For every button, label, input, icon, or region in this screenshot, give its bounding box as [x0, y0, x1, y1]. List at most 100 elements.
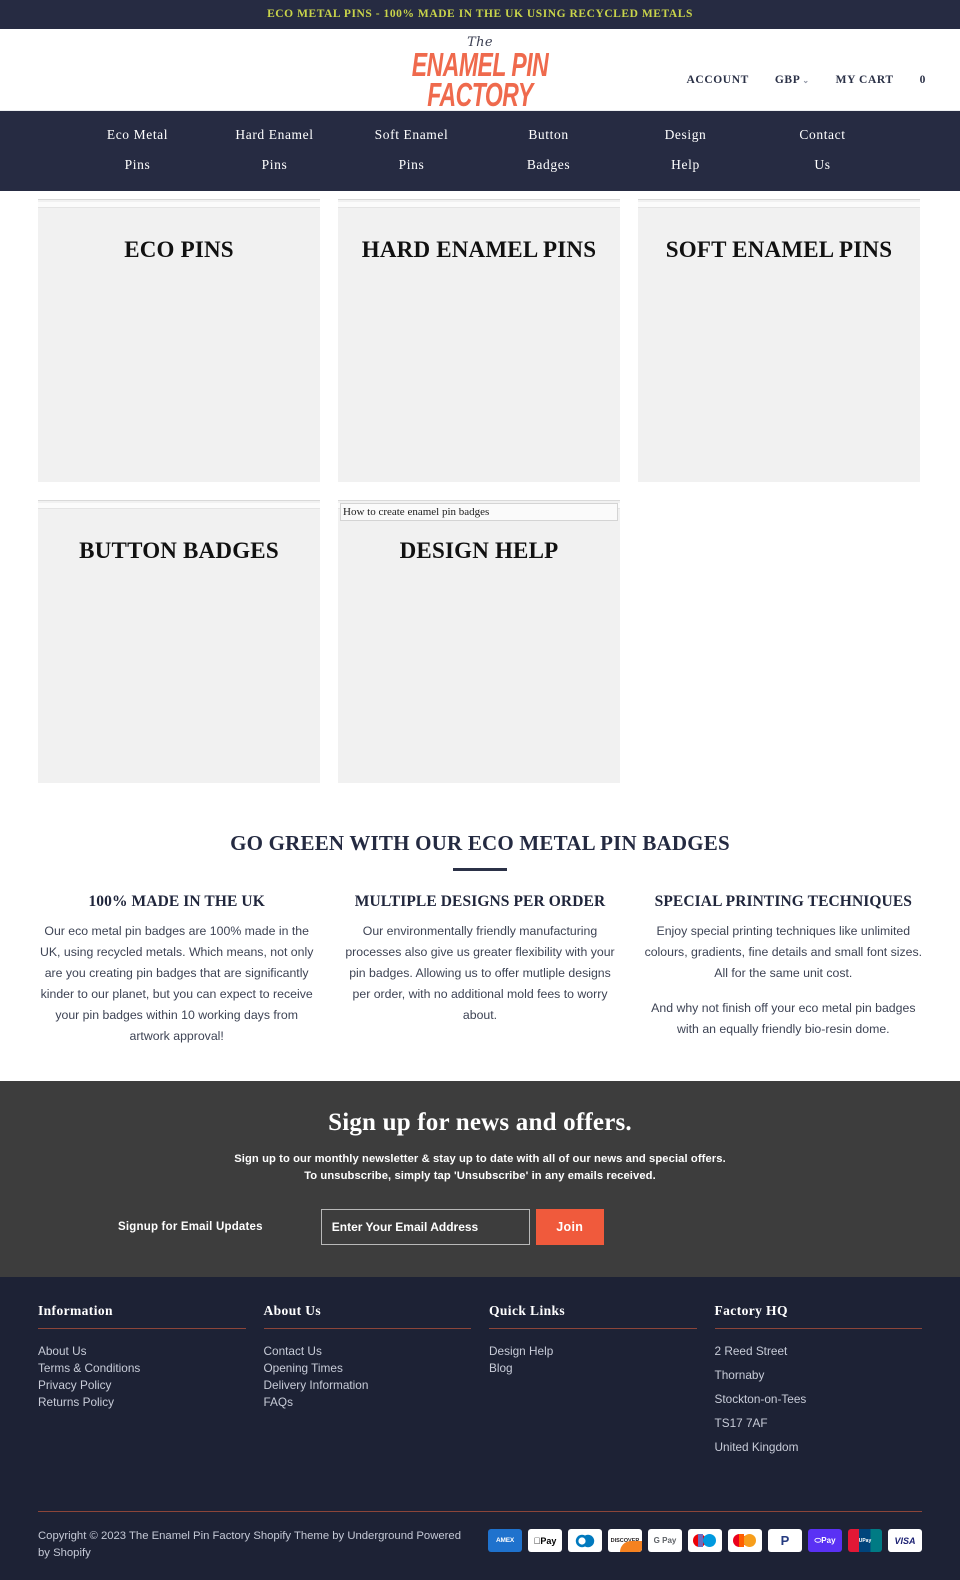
- nav-label-line2: Pins: [261, 157, 288, 172]
- newsletter-section: Sign up for news and offers. Sign up to …: [0, 1081, 960, 1277]
- nav-item-contact-us[interactable]: Contact Us: [754, 120, 891, 180]
- tile-title: BUTTON BADGES: [79, 538, 279, 563]
- site-logo[interactable]: The ENAMEL PIN FACTORY: [405, 36, 555, 111]
- footer-link-returns-policy[interactable]: Returns Policy: [38, 1394, 246, 1411]
- nav-label-line1: Eco Metal: [106, 127, 169, 142]
- diners-club-glyph: [575, 1534, 595, 1547]
- go-green-section: GO GREEN WITH OUR ECO METAL PIN BADGES 1…: [0, 801, 960, 1081]
- join-button[interactable]: Join: [535, 1209, 604, 1245]
- chevron-down-icon: ⌄: [802, 75, 810, 85]
- nav-item-button-badges[interactable]: Button Badges: [480, 120, 617, 180]
- footer-bottom-bar: Copyright © 2023 The Enamel Pin Factory …: [38, 1511, 922, 1580]
- address-line-country: United Kingdom: [714, 1440, 799, 1454]
- nav-label-line1: Button: [528, 127, 569, 142]
- tile-eco-pins[interactable]: ECO PINS: [38, 199, 320, 482]
- nav-item-design-help[interactable]: Design Help: [617, 120, 754, 180]
- footer-link-privacy-policy[interactable]: Privacy Policy: [38, 1377, 246, 1394]
- feature-columns: 100% MADE IN THE UK Our eco metal pin ba…: [36, 893, 924, 1047]
- nav-label-line1: Hard Enamel: [235, 127, 314, 142]
- feature-title: SPECIAL PRINTING TECHNIQUES: [654, 893, 912, 910]
- currency-selector[interactable]: GBP ⌄: [775, 74, 810, 86]
- account-link[interactable]: ACCOUNT: [687, 74, 749, 86]
- nav-item-hard-enamel-pins[interactable]: Hard Enamel Pins: [206, 120, 343, 180]
- feature-made-in-uk: 100% MADE IN THE UK Our eco metal pin ba…: [36, 893, 317, 1047]
- cart-item-count[interactable]: 0: [920, 74, 926, 86]
- paypal-icon: P: [768, 1529, 802, 1552]
- maestro-icon: [688, 1529, 722, 1552]
- tile-design-help[interactable]: How to create enamel pin badges DESIGN H…: [338, 500, 620, 783]
- nav-label-line2: Pins: [124, 157, 151, 172]
- logo-line-2: FACTORY: [427, 75, 533, 114]
- nav-label-line2: Us: [814, 157, 831, 172]
- broken-image-alt-text: How to create enamel pin badges: [340, 503, 618, 521]
- diners-club-icon: [568, 1529, 602, 1552]
- google-pay-icon: G Pay: [648, 1529, 682, 1552]
- address-line-city: Stockton-on-Tees: [714, 1392, 807, 1406]
- footer-link-terms-conditions[interactable]: Terms & Conditions: [38, 1360, 246, 1377]
- shop-pay-icon: ⬭Pay: [808, 1529, 842, 1552]
- tile-button-badges[interactable]: BUTTON BADGES: [38, 500, 320, 783]
- nav-item-eco-metal-pins[interactable]: Eco Metal Pins: [69, 120, 206, 180]
- nav-items: Eco Metal Pins Hard Enamel Pins Soft Ena…: [0, 120, 960, 180]
- nav-label-line1: Design: [664, 127, 707, 142]
- section-heading: GO GREEN WITH OUR ECO METAL PIN BADGES: [230, 831, 730, 855]
- category-tile-grid: ECO PINS HARD ENAMEL PINS SOFT ENAMEL PI…: [0, 191, 960, 783]
- feature-paragraph-secondary: And why not finish off your eco metal pi…: [651, 1001, 916, 1036]
- feature-paragraph: Enjoy special printing techniques like u…: [644, 924, 923, 980]
- feature-multiple-designs: MULTIPLE DESIGNS PER ORDER Our environme…: [339, 893, 620, 1047]
- signup-label: Signup for Email Updates: [118, 1221, 263, 1233]
- newsletter-subtext: Sign up to our monthly newsletter & stay…: [36, 1151, 924, 1185]
- footer-link-contact-us[interactable]: Contact Us: [264, 1343, 472, 1360]
- header-utility-nav: ACCOUNT GBP ⌄ MY CART 0: [687, 74, 926, 86]
- visa-icon: VISA: [888, 1529, 922, 1552]
- heading-divider: [453, 868, 507, 871]
- my-cart-link[interactable]: MY CART: [836, 74, 894, 86]
- newsletter-subtext-line2: To unsubscribe, simply tap 'Unsubscribe'…: [304, 1170, 656, 1182]
- address-line-postcode: TS17 7AF: [714, 1416, 768, 1430]
- nav-label-line2: Pins: [398, 157, 425, 172]
- footer-column-about-us: About Us Contact Us Opening Times Delive…: [263, 1303, 472, 1463]
- footer-heading: Information: [38, 1303, 246, 1329]
- site-header: The ENAMEL PIN FACTORY ACCOUNT GBP ⌄ MY …: [0, 29, 960, 111]
- newsletter-heading: Sign up for news and offers.: [328, 1109, 632, 1136]
- nav-item-soft-enamel-pins[interactable]: Soft Enamel Pins: [343, 120, 480, 180]
- newsletter-signup-row: Signup for Email Updates Join: [36, 1209, 924, 1245]
- announcement-text: ECO METAL PINS - 100% MADE IN THE UK USI…: [267, 8, 693, 20]
- tile-row-2: BUTTON BADGES How to create enamel pin b…: [38, 500, 922, 783]
- footer-link-blog[interactable]: Blog: [489, 1360, 697, 1377]
- currency-label: GBP: [774, 74, 801, 86]
- feature-title: MULTIPLE DESIGNS PER ORDER: [354, 893, 606, 910]
- footer-link-opening-times[interactable]: Opening Times: [264, 1360, 472, 1377]
- nav-label-line1: Contact: [799, 127, 846, 142]
- tile-hard-enamel-pins[interactable]: HARD ENAMEL PINS: [338, 199, 620, 482]
- announcement-bar: ECO METAL PINS - 100% MADE IN THE UK USI…: [0, 0, 960, 29]
- newsletter-form: Join: [320, 1209, 604, 1245]
- main-navigation: Eco Metal Pins Hard Enamel Pins Soft Ena…: [0, 111, 960, 191]
- email-input[interactable]: [320, 1209, 530, 1245]
- tile-title: DESIGN HELP: [399, 538, 559, 563]
- footer-heading: Factory HQ: [714, 1303, 922, 1329]
- tile-soft-enamel-pins[interactable]: SOFT ENAMEL PINS: [638, 199, 920, 482]
- discover-icon: DISCOVER: [608, 1529, 642, 1552]
- nav-label-line2: Badges: [526, 157, 571, 172]
- copyright-text: Copyright © 2023 The Enamel Pin Factory …: [38, 1530, 461, 1559]
- footer-link-faqs[interactable]: FAQs: [264, 1394, 472, 1411]
- feature-paragraph: Our eco metal pin badges are 100% made i…: [39, 924, 314, 1043]
- feature-paragraph: Our environmentally friendly manufacturi…: [345, 924, 615, 1022]
- amex-icon: AMEX: [488, 1529, 522, 1552]
- footer-column-information: Information About Us Terms & Conditions …: [38, 1303, 246, 1463]
- footer-link-about-us[interactable]: About Us: [38, 1343, 246, 1360]
- feature-special-printing: SPECIAL PRINTING TECHNIQUES Enjoy specia…: [643, 893, 924, 1047]
- tile-row-1: ECO PINS HARD ENAMEL PINS SOFT ENAMEL PI…: [38, 199, 922, 482]
- footer-link-design-help[interactable]: Design Help: [489, 1343, 697, 1360]
- site-footer: Information About Us Terms & Conditions …: [0, 1277, 960, 1580]
- mastercard-icon: [728, 1529, 762, 1552]
- nav-label-line1: Soft Enamel: [374, 127, 449, 142]
- footer-heading: Quick Links: [489, 1303, 697, 1329]
- tile-title: HARD ENAMEL PINS: [361, 237, 597, 262]
- footer-link-delivery-information[interactable]: Delivery Information: [264, 1377, 472, 1394]
- nav-label-line2: Help: [671, 157, 700, 172]
- newsletter-subtext-line1: Sign up to our monthly newsletter & stay…: [234, 1153, 726, 1165]
- address-line-town: Thornaby: [714, 1368, 765, 1382]
- unionpay-icon: UPay: [848, 1529, 882, 1552]
